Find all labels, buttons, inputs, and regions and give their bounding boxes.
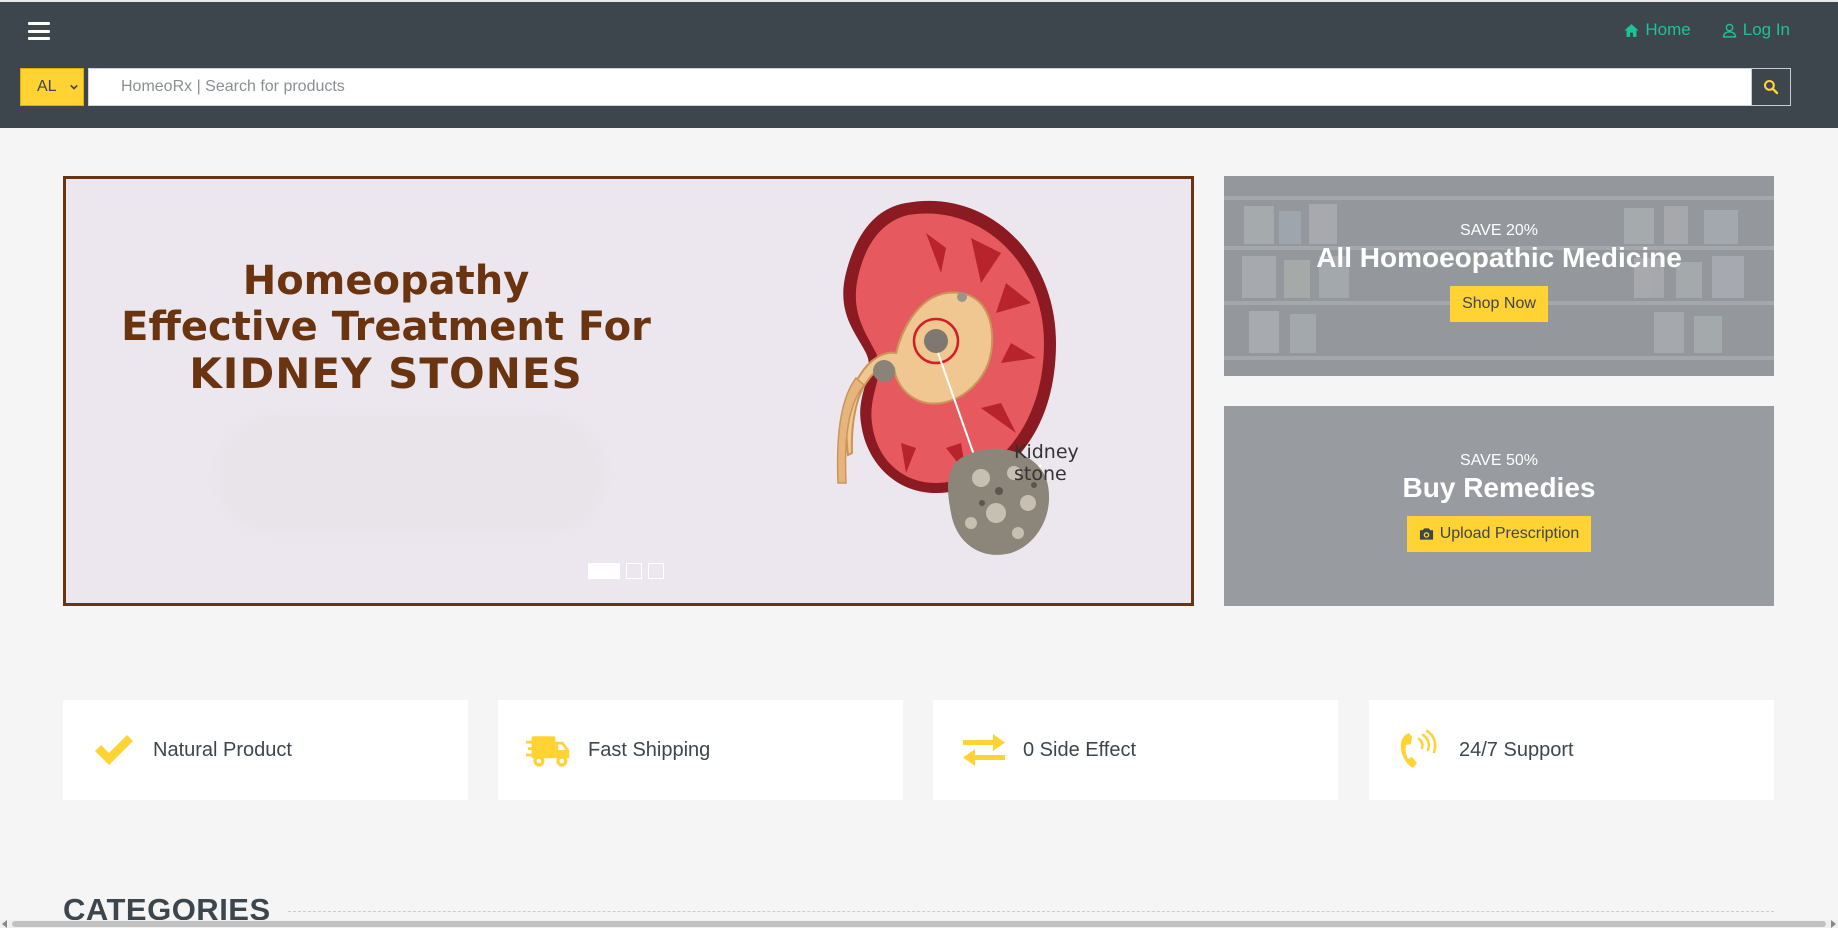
kidney-illustration bbox=[836, 200, 1056, 555]
hero-carousel[interactable]: Homeopathy Effective Treatment For KIDNE… bbox=[63, 176, 1194, 606]
upload-prescription-button[interactable]: Upload Prescription bbox=[1406, 516, 1592, 552]
slide-headline-line2: Effective Treatment For bbox=[121, 303, 651, 350]
promo-card-medicine-body: SAVE 20% All Homoeopathic Medicine Shop … bbox=[1224, 222, 1774, 322]
promo-card-medicine: SAVE 20% All Homoeopathic Medicine Shop … bbox=[1224, 176, 1774, 376]
promo-remedies-title: Buy Remedies bbox=[1402, 472, 1596, 503]
upload-prescription-button-label: Upload Prescription bbox=[1439, 525, 1580, 542]
feature-natural-product: Natural Product bbox=[63, 700, 468, 800]
feature-support-label: 24/7 Support bbox=[1459, 738, 1574, 761]
kidney-stone-label-line1: Kidney bbox=[1014, 441, 1079, 463]
promo-medicine-title: All Homoeopathic Medicine bbox=[1316, 242, 1682, 273]
scrollbar-thumb[interactable] bbox=[12, 921, 1826, 927]
feature-side-effect-label: 0 Side Effect bbox=[1023, 738, 1137, 761]
slide-headline-line3: KIDNEY STONES bbox=[189, 349, 583, 399]
hamburger-menu-icon[interactable] bbox=[28, 20, 50, 42]
kidney-stone-label-line2: stone bbox=[1014, 463, 1067, 485]
scroll-right-arrow-icon[interactable] bbox=[1831, 920, 1836, 928]
scroll-left-arrow-icon[interactable] bbox=[2, 920, 7, 928]
check-icon bbox=[95, 735, 133, 765]
exchange-arrows-icon bbox=[963, 734, 1005, 766]
slide-headline-line1: Homeopathy bbox=[242, 258, 530, 304]
carousel-indicator-1[interactable] bbox=[588, 563, 620, 579]
top-navbar: Home Log In AL bbox=[0, 0, 1838, 128]
carousel-indicator-3[interactable] bbox=[648, 563, 664, 579]
login-link-label: Log In bbox=[1742, 20, 1790, 39]
carousel-indicator-2[interactable] bbox=[626, 563, 642, 579]
search-input[interactable] bbox=[88, 68, 1752, 106]
feature-support: 24/7 Support bbox=[1369, 700, 1774, 800]
login-link[interactable]: Log In bbox=[1721, 20, 1790, 40]
shop-now-button[interactable]: Shop Now bbox=[1450, 286, 1548, 322]
camera-icon bbox=[1419, 528, 1433, 540]
chevron-down-icon bbox=[70, 84, 78, 90]
shipping-truck-icon bbox=[526, 736, 570, 767]
category-select-value: AL bbox=[37, 78, 57, 95]
slide-background-shape bbox=[216, 414, 606, 534]
home-link-label: Home bbox=[1645, 20, 1691, 39]
search-button[interactable] bbox=[1751, 68, 1791, 106]
feature-fast-shipping-label: Fast Shipping bbox=[588, 738, 711, 761]
slide-headline: Homeopathy Effective Treatment For KIDNE… bbox=[66, 258, 706, 399]
category-select[interactable]: AL bbox=[20, 68, 84, 106]
promo-medicine-subtitle: SAVE 20% bbox=[1460, 222, 1538, 239]
phone-volume-icon bbox=[1400, 729, 1437, 768]
feature-natural-product-label: Natural Product bbox=[153, 738, 292, 761]
shop-now-button-label: Shop Now bbox=[1462, 295, 1536, 312]
search-bar: AL bbox=[20, 68, 1791, 106]
carousel-indicators bbox=[588, 563, 664, 579]
home-icon bbox=[1624, 23, 1639, 37]
feature-side-effect: 0 Side Effect bbox=[933, 700, 1338, 800]
top-nav-links: Home Log In bbox=[1623, 20, 1790, 40]
categories-divider bbox=[288, 911, 1774, 912]
search-icon bbox=[1763, 79, 1779, 95]
kidney-stone-label: Kidney stone bbox=[1014, 441, 1079, 485]
user-icon bbox=[1722, 23, 1737, 38]
home-link[interactable]: Home bbox=[1623, 20, 1691, 40]
promo-remedies-subtitle: SAVE 50% bbox=[1460, 452, 1538, 469]
promo-card-remedies-body: SAVE 50% Buy Remedies Upload Prescriptio… bbox=[1224, 452, 1774, 552]
horizontal-scrollbar[interactable] bbox=[0, 920, 1838, 928]
feature-fast-shipping: Fast Shipping bbox=[498, 700, 903, 800]
promo-card-remedies: SAVE 50% Buy Remedies Upload Prescriptio… bbox=[1224, 406, 1774, 606]
